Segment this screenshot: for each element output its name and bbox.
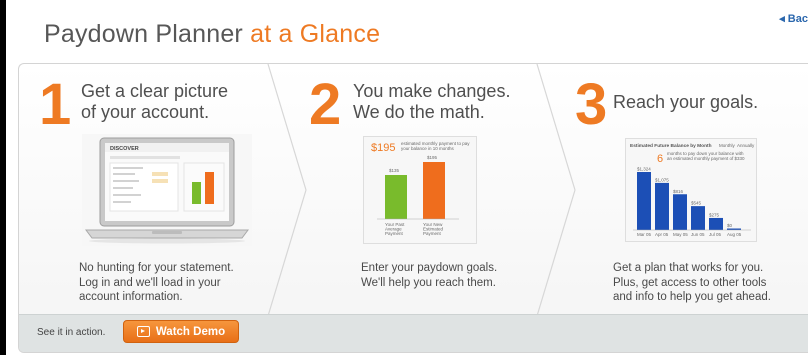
step-3: 3 Reach your goals. Estimated Future Bal… [559, 64, 808, 314]
page-title-main: Paydown Planner [44, 20, 243, 48]
step-1: 1 Get a clear picture of your account. D… [19, 64, 289, 314]
watch-demo-label: Watch Demo [155, 325, 226, 338]
thumb3-month-label: Jun 05 [691, 232, 705, 237]
step-1-heading: Get a clear picture of your account. [81, 81, 229, 122]
see-it-in-action-text: See it in action. [37, 327, 106, 338]
laptop-screen-logo: DISCOVER [110, 146, 139, 152]
thumb2-bar2-label: Your New Estimated Payment [423, 222, 444, 236]
thumb3-bar-value: $1,324 [637, 167, 651, 172]
thumb3-bar [673, 194, 687, 230]
thumb3-bar-value: $545 [691, 201, 702, 206]
thumb3-bar [691, 206, 705, 230]
laptop-icon: DISCOVER [82, 134, 252, 246]
thumb3-bar-value: $275 [709, 212, 720, 217]
step-3-number: 3 [575, 72, 607, 137]
thumb2-bar1 [385, 175, 407, 219]
page-title-accent: at a Glance [250, 20, 381, 48]
thumb3-title: Estimated Future Balance by Month [630, 143, 712, 149]
thumb3-toggle-annually: Annually [737, 143, 755, 148]
step-1-number: 1 [39, 72, 71, 137]
step-2-description: Enter your paydown goals. We'll help you… [361, 262, 498, 289]
thumb3-toggle-monthly: Monthly [719, 143, 736, 148]
thumb3-month-label: May 05 [673, 232, 688, 237]
thumb3-bar-value: $0 [727, 223, 733, 228]
thumb3-month-label: Mar 05 [637, 232, 652, 237]
thumb3-bar [637, 172, 651, 230]
step-2: 2 You make changes. We do the math. $195… [289, 64, 559, 314]
paydown-planner-page: Paydown Planner at a Glance ◂ Bac 1 Get … [6, 0, 808, 355]
thumb3-bar [655, 182, 669, 230]
thumb3-month-label: Jul 05 [709, 232, 722, 237]
thumb3-caption: months to pay down your balance with an … [667, 151, 745, 161]
thumb3-bar [709, 217, 723, 230]
page-title: Paydown Planner at a Glance [44, 20, 380, 49]
step-2-heading: You make changes. We do the math. [353, 81, 511, 122]
thumb3-month-label: Aug 05 [727, 232, 742, 237]
thumb3-months: 6 [657, 153, 663, 165]
payment-compare-chart-icon: $195 estimated monthly payment to pay yo… [363, 136, 477, 244]
watch-demo-button[interactable]: Watch Demo [123, 320, 239, 343]
thumb2-bar2 [423, 162, 445, 219]
step-3-heading: Reach your goals. [613, 92, 759, 112]
step-1-description: No hunting for your statement. Log in an… [79, 262, 234, 303]
play-icon [136, 326, 150, 337]
balance-forecast-chart-icon: Estimated Future Balance by Month Monthl… [625, 138, 757, 242]
thumb2-bar1-value: $135 [389, 168, 400, 173]
steps-panel: 1 Get a clear picture of your account. D… [18, 63, 808, 353]
thumb2-amount: $195 [371, 142, 395, 154]
thumb2-bar2-value: $195 [427, 155, 438, 160]
back-link[interactable]: ◂ Bac [779, 12, 808, 25]
thumb3-month-label: Apr 05 [655, 232, 669, 237]
step-3-description: Get a plan that works for you. Plus, get… [613, 262, 771, 303]
thumb3-bar-value: $1,075 [655, 177, 669, 182]
thumb3-bar-value: $816 [673, 189, 684, 194]
step-2-number: 2 [309, 72, 341, 137]
footer-bar: See it in action. Watch Demo [19, 314, 808, 352]
